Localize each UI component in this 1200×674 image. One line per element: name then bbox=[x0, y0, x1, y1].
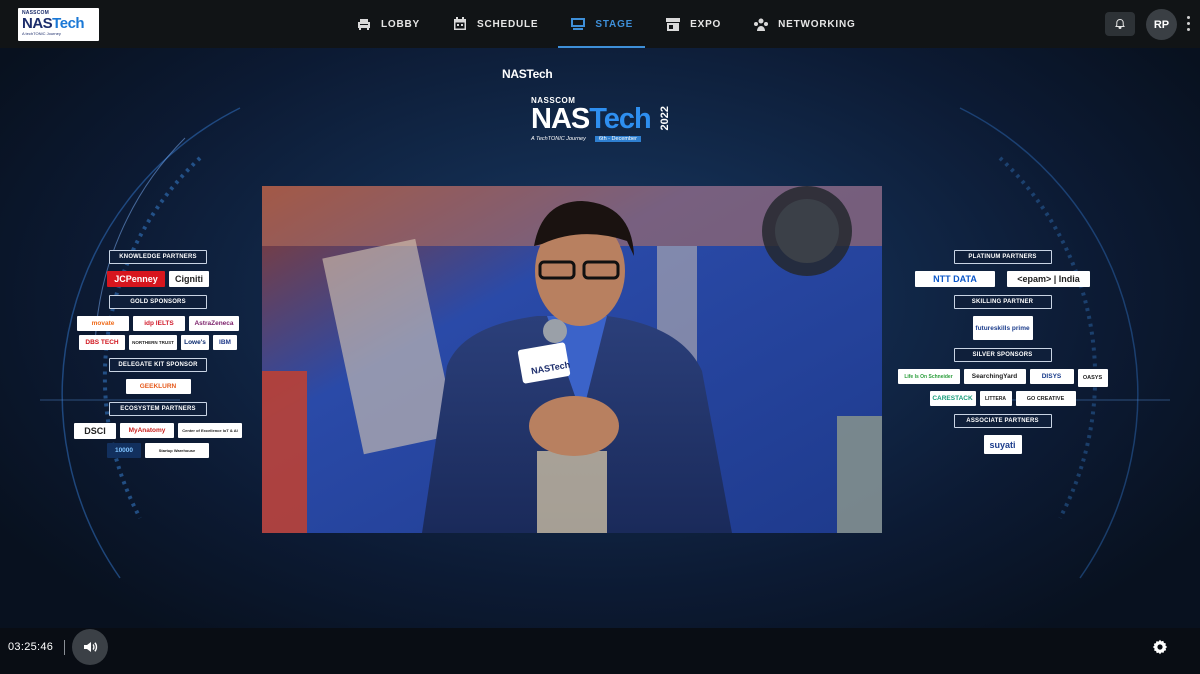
category-knowledge-partners: KNOWLEDGE PARTNERS bbox=[109, 250, 207, 264]
sponsor-logo[interactable]: DBS TECH bbox=[79, 335, 125, 350]
bell-icon bbox=[1115, 18, 1125, 29]
main-nav: LOBBY SCHEDULE STAGE EXPO NETWORKING bbox=[340, 0, 872, 48]
sponsor-logo[interactable]: IBM bbox=[213, 335, 237, 350]
silver-sponsor-logos: Life Is On Schneider SearchingYard DISYS… bbox=[885, 369, 1120, 406]
sponsor-logo[interactable]: futureskills prime bbox=[972, 316, 1033, 340]
nav-lobby-label: LOBBY bbox=[381, 18, 420, 30]
nav-stage-label: STAGE bbox=[595, 18, 634, 30]
nav-stage[interactable]: STAGE bbox=[554, 0, 649, 48]
logo-line2: NASTech bbox=[22, 15, 85, 32]
left-sponsor-panel: KNOWLEDGE PARTNERS JCPenney Cigniti GOLD… bbox=[60, 250, 256, 466]
volume-button[interactable] bbox=[72, 629, 108, 665]
sponsor-logo[interactable]: movate bbox=[77, 316, 129, 331]
skilling-partner-logos: futureskills prime bbox=[885, 316, 1120, 340]
shop-icon bbox=[666, 18, 681, 31]
sponsor-logo[interactable]: Center of Excellence IoT & AI bbox=[178, 423, 242, 438]
event-logo-year: 2022 bbox=[659, 106, 671, 131]
sponsor-logo[interactable]: Startup Warehouse bbox=[145, 443, 209, 458]
sponsor-logo[interactable]: Cigniti bbox=[169, 271, 209, 287]
sponsor-logo[interactable]: idp IELTS bbox=[133, 316, 185, 331]
user-avatar[interactable]: RP bbox=[1146, 9, 1177, 40]
sofa-icon bbox=[358, 19, 370, 30]
category-skilling-partner: SKILLING PARTNER bbox=[953, 295, 1052, 309]
settings-button[interactable] bbox=[1150, 637, 1170, 657]
category-silver-sponsors: SILVER SPONSORS bbox=[953, 348, 1052, 362]
gear-icon bbox=[1152, 639, 1168, 655]
sponsor-logo[interactable]: <epam> | India bbox=[1007, 271, 1090, 287]
nav-schedule-label: SCHEDULE bbox=[477, 18, 539, 30]
stage-title: NASTech bbox=[502, 67, 553, 81]
sponsor-logo[interactable]: NTT DATA bbox=[915, 271, 995, 287]
stage-video[interactable]: NASTech bbox=[262, 186, 882, 533]
event-logo-name: NASTech bbox=[531, 103, 652, 135]
stage-area: NASTech NASSCOM NASTech 2022 A TechTONIC… bbox=[0, 48, 1200, 628]
sponsor-logo[interactable]: LITTERA bbox=[979, 391, 1012, 406]
stage-icon bbox=[571, 18, 586, 30]
people-icon bbox=[754, 18, 769, 31]
sponsor-logo[interactable]: AstraZeneca bbox=[189, 316, 239, 331]
nav-lobby[interactable]: LOBBY bbox=[340, 0, 436, 48]
sponsor-logo[interactable]: SearchingYard bbox=[963, 369, 1026, 384]
calendar-icon bbox=[454, 17, 466, 30]
nav-networking-label: NETWORKING bbox=[778, 18, 856, 30]
right-sponsor-panel: PLATINUM PARTNERS NTT DATA <epam> | Indi… bbox=[885, 250, 1120, 462]
ecosystem-partner-logos: DSCI MyAnatomy Center of Excellence IoT … bbox=[60, 423, 256, 458]
nav-expo[interactable]: EXPO bbox=[649, 0, 737, 48]
event-logo: NASSCOM NASTech 2022 A TechTONIC Journey… bbox=[531, 96, 681, 152]
category-associate-partners: ASSOCIATE PARTNERS bbox=[953, 414, 1052, 428]
sponsor-logo[interactable]: 10000 bbox=[107, 443, 141, 458]
category-ecosystem-partners: ECOSYSTEM PARTNERS bbox=[109, 402, 207, 416]
sponsor-logo[interactable]: JCPenney bbox=[107, 271, 165, 287]
speaker-icon bbox=[84, 642, 98, 652]
brand-logo[interactable]: NASSCOM NASTech A techTONIC Journey bbox=[18, 8, 99, 41]
category-platinum-partners: PLATINUM PARTNERS bbox=[953, 250, 1052, 264]
gold-sponsor-logos: movate idp IELTS AstraZeneca DBS TECH NO… bbox=[60, 316, 256, 350]
playback-time: 03:25:46 bbox=[8, 641, 54, 653]
sponsor-logo[interactable]: MyAnatomy bbox=[120, 423, 174, 438]
category-gold-sponsors: GOLD SPONSORS bbox=[109, 295, 207, 309]
sponsor-logo[interactable]: GEEKLURN bbox=[125, 379, 191, 394]
platinum-partner-logos: NTT DATA <epam> | India bbox=[885, 271, 1120, 287]
sponsor-logo[interactable]: NORTHERN TRUST bbox=[129, 335, 177, 350]
vertical-dots-icon[interactable] bbox=[1183, 13, 1193, 35]
nav-networking[interactable]: NETWORKING bbox=[737, 0, 871, 48]
sponsor-logo[interactable]: suyati bbox=[983, 435, 1022, 454]
speaker-video-frame: NASTech bbox=[262, 186, 882, 533]
event-logo-tagline: A TechTONIC Journey bbox=[531, 136, 586, 142]
delegate-kit-logos: GEEKLURN bbox=[60, 379, 256, 394]
sponsor-logo[interactable]: GO CREATIVE bbox=[1015, 391, 1076, 406]
sponsor-logo[interactable]: Lowe's bbox=[181, 335, 209, 350]
sponsor-logo[interactable]: Life Is On Schneider bbox=[897, 369, 960, 384]
sponsor-logo[interactable]: DSCI bbox=[74, 423, 116, 439]
nav-schedule[interactable]: SCHEDULE bbox=[436, 0, 554, 48]
event-logo-date: 6th - December bbox=[595, 136, 641, 142]
sponsor-logo[interactable]: CARESTACK bbox=[929, 391, 976, 406]
knowledge-partner-logos: JCPenney Cigniti bbox=[60, 271, 256, 287]
divider bbox=[64, 640, 65, 655]
sponsor-logo[interactable]: DISYS bbox=[1029, 369, 1074, 384]
nav-expo-label: EXPO bbox=[690, 18, 722, 30]
sponsor-logo[interactable]: OASYS bbox=[1077, 369, 1108, 387]
player-controls: 03:25:46 bbox=[0, 628, 1200, 674]
category-delegate-kit-sponsor: DELEGATE KIT SPONSOR bbox=[109, 358, 207, 372]
notifications-button[interactable] bbox=[1105, 12, 1135, 36]
top-bar: NASSCOM NASTech A techTONIC Journey LOBB… bbox=[0, 0, 1200, 48]
associate-partner-logos: suyati bbox=[885, 435, 1120, 454]
